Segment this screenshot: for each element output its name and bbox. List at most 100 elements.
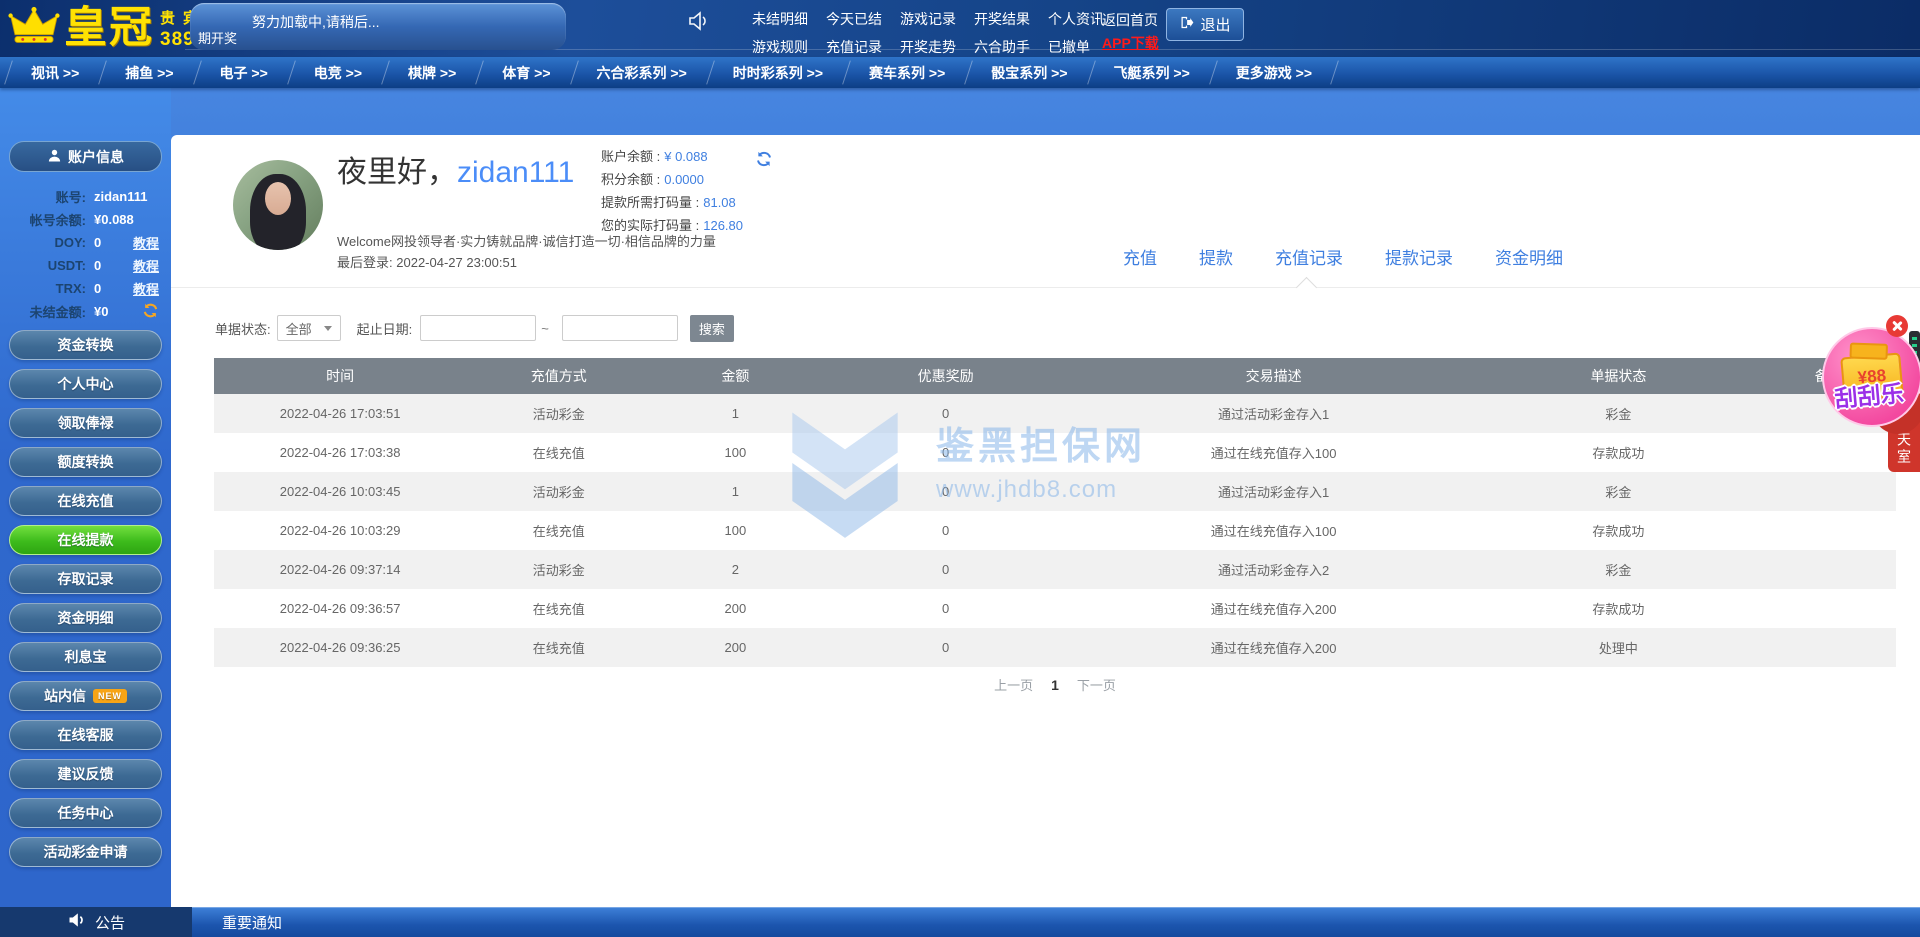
prev-page-button[interactable]: 上一页 (994, 675, 1033, 694)
end-date-input[interactable] (561, 315, 678, 341)
start-date-input[interactable] (420, 315, 537, 341)
account-stats: 账户余额 : ¥ 0.088 积分余额 :0.0000 提款所需打码量 :81.0… (601, 145, 743, 237)
menu-deposit-records[interactable]: 充值记录 (826, 37, 882, 57)
menu-cancelled-orders[interactable]: 已撤单 (1048, 37, 1104, 57)
sidebar-item-quota-transfer[interactable]: 额度转换 (9, 447, 162, 477)
nav-item-shishicai[interactable]: 时时彩系列 >> (710, 57, 846, 88)
menu-draw-results[interactable]: 开奖结果 (974, 9, 1030, 29)
sidebar-item-online-withdraw[interactable]: 在线提款 (9, 525, 162, 555)
status-select[interactable]: 全部 (276, 315, 341, 341)
nav-item-sicbo[interactable]: 骰宝系列 >> (968, 57, 1090, 88)
nav-item-chess[interactable]: 棋牌 >> (385, 57, 479, 88)
col-description: 交易描述 (1071, 358, 1476, 394)
status-filter-label: 单据状态: (215, 321, 271, 337)
announcement-marquee: 期开奖 努力加载中,请稍后... (190, 3, 566, 50)
menu-settled-today[interactable]: 今天已结 (826, 9, 882, 29)
tab-withdraw-records[interactable]: 提款记录 (1385, 244, 1453, 269)
marquee-text: 努力加载中,请稍后... (252, 14, 380, 30)
tutorial-link[interactable]: 教程 (133, 233, 159, 252)
logo-name: 皇冠 (64, 4, 154, 52)
col-method: 充值方式 (466, 358, 652, 394)
sidebar-item-customer-service[interactable]: 在线客服 (9, 720, 162, 750)
nav-item-racing[interactable]: 赛车系列 >> (846, 57, 968, 88)
status-select-value: 全部 (285, 321, 312, 337)
active-tab-caret (1295, 276, 1318, 299)
menu-lottery-helper[interactable]: 六合助手 (974, 37, 1030, 57)
field-label: 帐号余额: (29, 213, 86, 228)
sidebar-item-online-deposit[interactable]: 在线充值 (9, 486, 162, 516)
nav-item-sports[interactable]: 体育 >> (479, 57, 573, 88)
account-info-label: 账户信息 (68, 148, 124, 165)
account-info-button[interactable]: 账户信息 (9, 141, 162, 172)
table-row: 2022-04-26 17:03:51 活动彩金 10 通过活动彩金存入1 彩金 (214, 394, 1896, 433)
nav-item-esports[interactable]: 电竞 >> (291, 57, 385, 88)
tabs-divider (171, 287, 1920, 288)
draw-period-label: 期开奖 (198, 31, 238, 46)
field-value: 0 (94, 281, 102, 296)
field-label: TRX: (55, 281, 86, 296)
menu-personal-info[interactable]: 个人资讯 (1048, 9, 1104, 29)
menu-draw-trends[interactable]: 开奖走势 (900, 37, 956, 57)
tutorial-link[interactable]: 教程 (133, 279, 159, 298)
nav-item-more-games[interactable]: 更多游戏 >> (1213, 57, 1335, 88)
prize-amount: ¥88 (1856, 365, 1887, 388)
greeting: 夜里好，zidan111 (337, 147, 574, 191)
nav-item-video[interactable]: 视讯 >> (8, 57, 102, 88)
menu-unsettled-detail[interactable]: 未结明细 (752, 9, 808, 29)
sidebar-item-bonus-apply[interactable]: 活动彩金申请 (9, 837, 162, 867)
field-label: DOY: (54, 235, 86, 250)
menu-game-rules[interactable]: 游戏规则 (752, 37, 808, 57)
close-icon[interactable] (1886, 315, 1908, 337)
field-value: 0 (94, 235, 102, 250)
field-username: 账号: zidan111 (0, 185, 171, 208)
bottom-notice-bar: 公告 重要通知 (0, 907, 1920, 937)
sidebar-item-interest-treasure[interactable]: 利息宝 (9, 642, 162, 672)
main-panel: 夜里好，zidan111 账户余额 : ¥ 0.088 积分余额 :0.0000 … (171, 135, 1920, 907)
tab-deposit[interactable]: 充值 (1123, 244, 1157, 269)
field-value: ¥0 (94, 304, 109, 319)
notice-message[interactable]: 重要通知 (222, 907, 282, 937)
speaker-icon[interactable] (686, 9, 710, 38)
avatar (233, 160, 323, 250)
scratch-card-promo[interactable]: ¥88 (1822, 327, 1920, 427)
tab-deposit-records[interactable]: 充值记录 (1275, 244, 1343, 269)
sidebar-item-personal-center[interactable]: 个人中心 (9, 369, 162, 399)
tab-withdraw[interactable]: 提款 (1199, 244, 1233, 269)
tutorial-link[interactable]: 教程 (133, 256, 159, 275)
field-trx: TRX: 0 教程 (0, 277, 171, 300)
sidebar-item-deposit-withdraw-records[interactable]: 存取记录 (9, 564, 162, 594)
tab-fund-details[interactable]: 资金明细 (1495, 244, 1563, 269)
nav-item-fishing[interactable]: 捕鱼 >> (102, 57, 196, 88)
notice-box: 公告 (0, 907, 192, 937)
sidebar-item-task-center[interactable]: 任务中心 (9, 798, 162, 828)
sidebar-item-site-mail[interactable]: 站内信 NEW (9, 681, 162, 711)
search-button[interactable]: 搜索 (689, 314, 734, 342)
balance-refresh-icon[interactable] (755, 150, 773, 173)
nav-item-speedboat[interactable]: 飞艇系列 >> (1091, 57, 1213, 88)
logout-button[interactable]: 退出 (1166, 8, 1244, 41)
nav-item-liuhecai[interactable]: 六合彩系列 >> (574, 57, 710, 88)
table-header-row: 时间 充值方式 金额 优惠奖励 交易描述 单据状态 备注 (214, 358, 1896, 394)
sidebar-item-claim-salary[interactable]: 领取俸禄 (9, 408, 162, 438)
field-unsettled: 未结金额: ¥0 (0, 300, 171, 323)
top-header: 皇冠 贵宾会 3890.com 期开奖 努力加载中,请稍后... 未结明细 今天… (0, 0, 1920, 57)
field-label: 未结金额: (29, 305, 86, 320)
next-page-button[interactable]: 下一页 (1077, 675, 1116, 694)
notice-label: 公告 (94, 914, 125, 932)
table-row: 2022-04-26 17:03:38 在线充值 100 0 通过在线充值存入100… (279, 445, 1645, 461)
sidebar-item-feedback[interactable]: 建议反馈 (9, 759, 162, 789)
site-mail-label: 站内信 (44, 688, 86, 704)
refresh-icon[interactable] (142, 302, 159, 322)
home-link[interactable]: 返回首页 (1102, 10, 1158, 30)
nav-item-slots[interactable]: 电子 >> (197, 57, 291, 88)
welcome-slogan: Welcome网投领导者·实力铸就品牌·诚信打造一切·相信品牌的力量 (337, 234, 716, 249)
sidebar-item-fund-details[interactable]: 资金明细 (9, 603, 162, 633)
logout-label: 退出 (1200, 17, 1231, 34)
main-navbar: 视讯 >> 捕鱼 >> 电子 >> 电竞 >> 棋牌 >> 体育 >> 六合彩系… (0, 57, 1920, 88)
current-page: 1 (1051, 676, 1059, 693)
app-download-link[interactable]: APP下载 (1102, 33, 1159, 53)
menu-game-records[interactable]: 游戏记录 (900, 9, 956, 29)
date-range-label: 起止日期: (356, 321, 413, 337)
field-doy: DOY: 0 教程 (0, 231, 171, 254)
sidebar-item-fund-transfer[interactable]: 资金转换 (9, 330, 162, 360)
